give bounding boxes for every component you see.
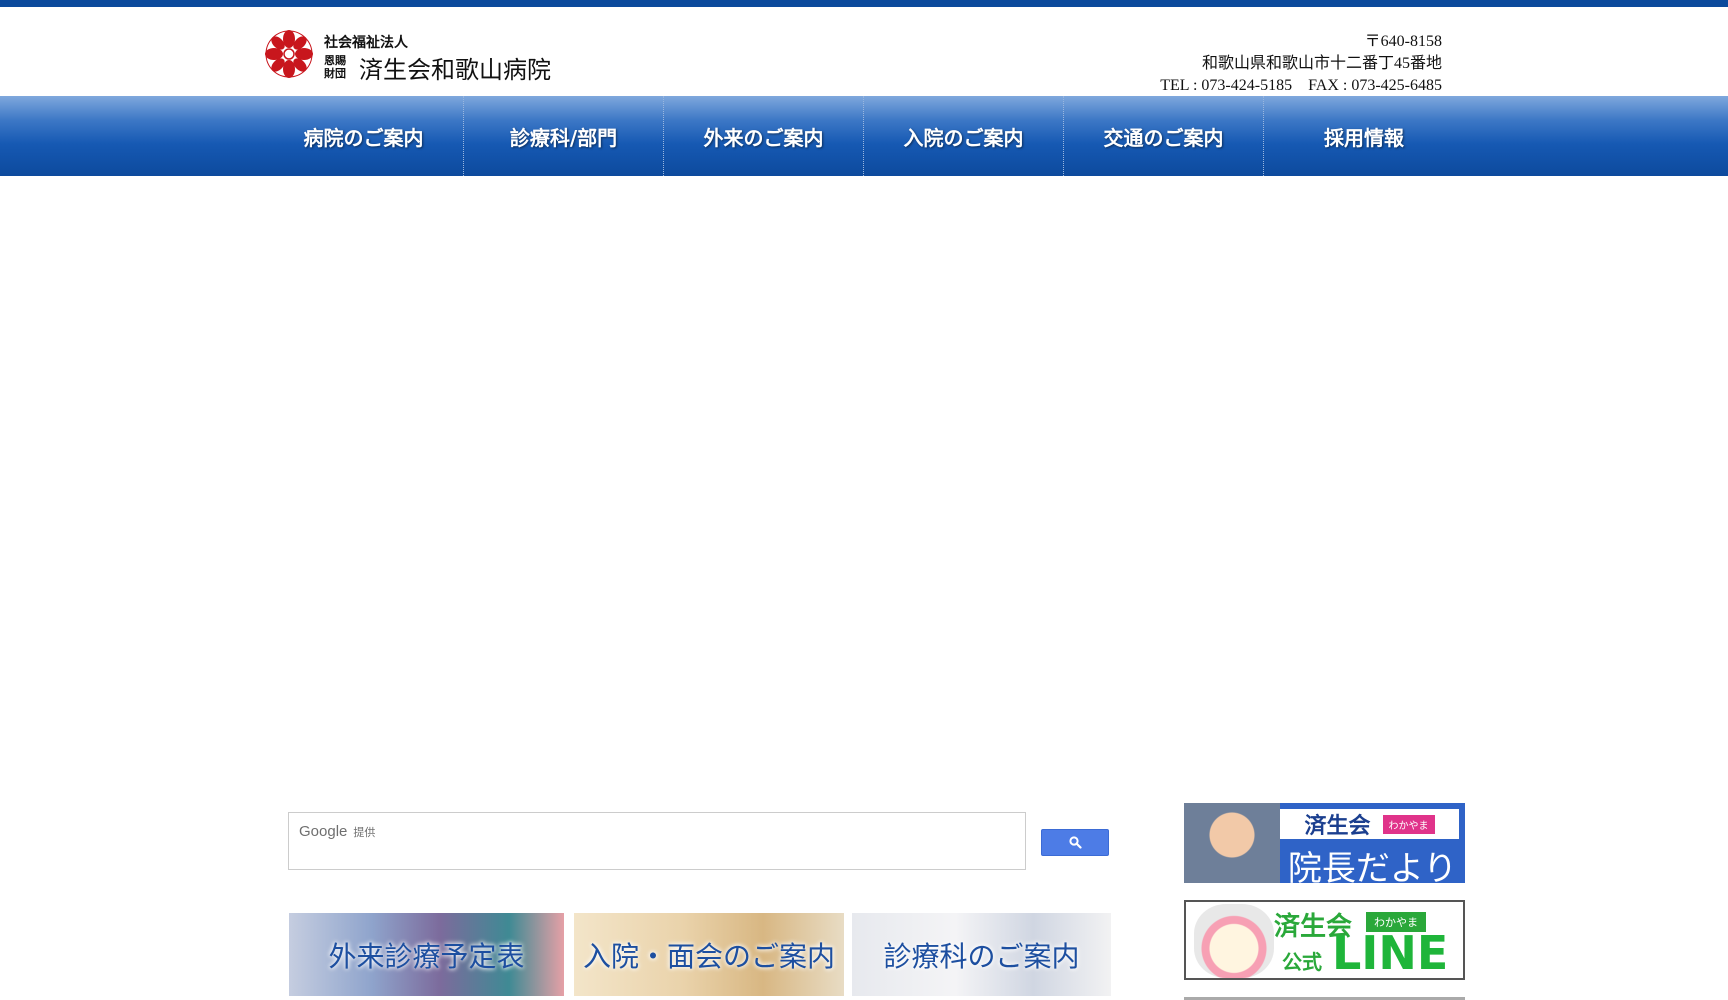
banner-label: 入院・面会のご案内	[582, 939, 835, 973]
top-accent-bar	[0, 0, 1728, 7]
main-nav: 病院のご案内 診療科/部門 外来のご案内 入院のご案内 交通のご案内 採用情報	[0, 96, 1728, 176]
director-blog-title: 院長だより	[1287, 849, 1458, 883]
hospital-name[interactable]: 済生会和歌山病院	[359, 50, 551, 85]
director-photo	[1184, 803, 1280, 883]
org-type-label: 社会福祉法人	[324, 35, 408, 51]
saiseikai-tag: 済生会 わかやま	[1280, 809, 1459, 839]
banner-label: 診療科のご案内	[883, 939, 1080, 973]
google-brand: Google	[299, 823, 348, 840]
hospital-logo-icon[interactable]	[264, 29, 314, 79]
mascot-image	[1194, 904, 1274, 978]
org-stack-label: 恩賜 財団	[324, 54, 350, 80]
tag-text: 済生会	[1304, 814, 1371, 839]
banner-label: 外来診療予定表	[328, 939, 525, 973]
stack-line-1: 恩賜	[324, 54, 346, 67]
search-input[interactable]: Google 提供	[288, 812, 1026, 870]
outpatient-schedule-banner[interactable]: 外来診療予定表	[289, 913, 564, 996]
brand-suffix: 提供	[353, 827, 376, 839]
search-branding: Google 提供	[299, 823, 375, 840]
nav-item-recruit[interactable]: 採用情報	[1264, 96, 1464, 176]
nav-item-outpatient[interactable]: 外来のご案内	[664, 96, 864, 176]
nav-item-inpatient[interactable]: 入院のご案内	[864, 96, 1064, 176]
search-button[interactable]	[1041, 829, 1109, 856]
postal-code: 〒640-8158	[1364, 33, 1442, 50]
tel-fax-line: TEL : 073-424-5185 FAX : 073-425-6485	[1160, 77, 1442, 94]
address-line: 和歌山県和歌山市十二番丁45番地	[1201, 55, 1442, 72]
nav-item-access[interactable]: 交通のご案内	[1064, 96, 1264, 176]
line-logo: LINE	[1332, 926, 1449, 980]
inpatient-visit-banner[interactable]: 入院・面会のご案内	[574, 913, 844, 996]
departments-banner[interactable]: 診療科のご案内	[852, 913, 1111, 996]
nav-item-hospital-info[interactable]: 病院のご案内	[264, 96, 464, 176]
site-header: 社会福祉法人 恩賜 財団 済生会和歌山病院 〒640-8158 和歌山県和歌山市…	[0, 7, 1728, 96]
director-blog-banner[interactable]: 済生会 わかやま 院長だより	[1184, 803, 1465, 883]
tag-small: わかやま	[1382, 814, 1435, 834]
nav-item-departments[interactable]: 診療科/部門	[464, 96, 664, 176]
stack-line-2: 財団	[324, 67, 346, 80]
contact-info: 〒640-8158 和歌山県和歌山市十二番丁45番地 TEL : 073-424…	[1160, 31, 1442, 97]
line-sub: 公式	[1282, 950, 1322, 974]
line-official-banner[interactable]: 済生会 わかやま 公式 LINE	[1184, 900, 1465, 980]
search-icon	[1068, 836, 1082, 849]
